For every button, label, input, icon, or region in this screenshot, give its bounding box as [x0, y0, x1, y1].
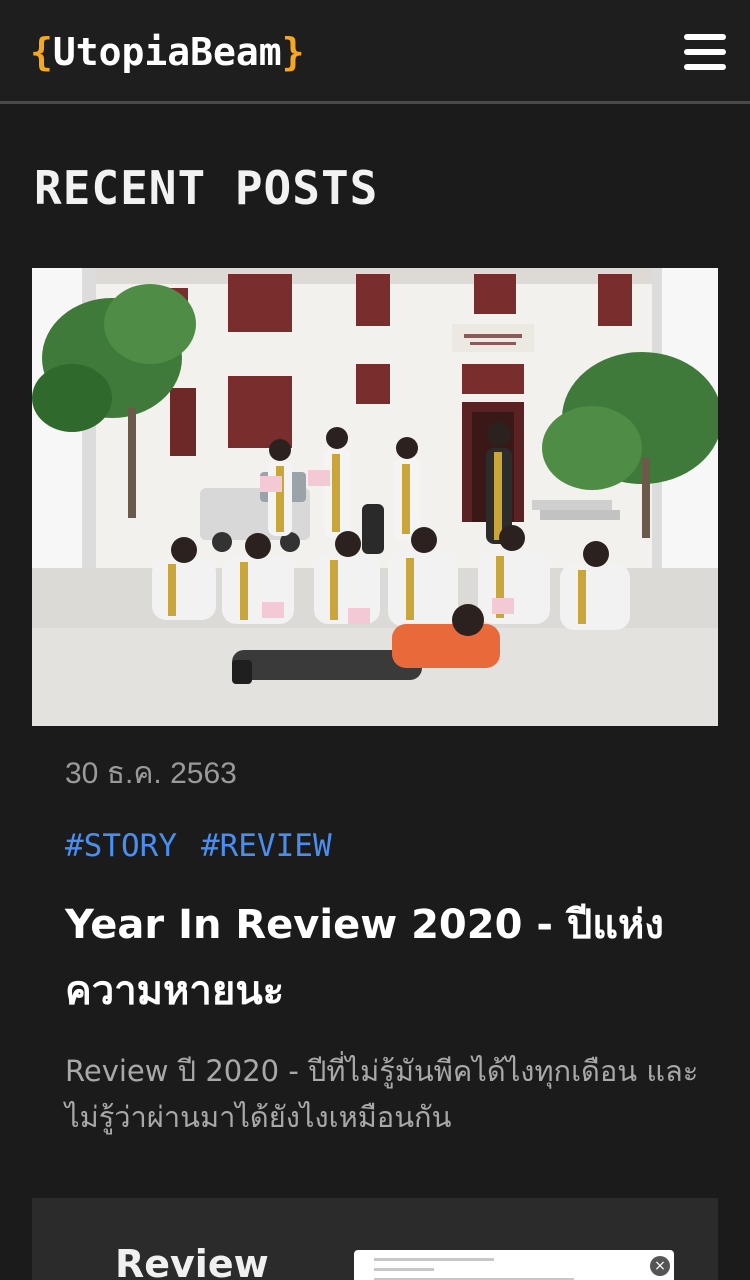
- post-date: 30 ธ.ค. 2563: [65, 757, 237, 790]
- menu-bar-middle: [684, 49, 726, 55]
- logo-brace-open: {: [30, 30, 53, 74]
- menu-bar-bottom: [684, 64, 726, 70]
- hamburger-menu-icon[interactable]: [684, 34, 726, 70]
- post-excerpt: Review ปี 2020 - ปีที่ไม่รู้มันพีคได้ไงท…: [65, 1054, 699, 1134]
- tag-review-link[interactable]: #REVIEW: [201, 824, 332, 868]
- logo-brace-close: }: [281, 30, 305, 74]
- next-post-thumbnail-screenshot: ×: [354, 1250, 674, 1280]
- screenshot-line: [374, 1268, 434, 1271]
- site-logo[interactable]: {UtopiaBeam}: [30, 28, 305, 76]
- graduation-photo-image: [32, 268, 718, 726]
- recent-posts-heading: RECENT POSTS: [34, 161, 379, 215]
- close-icon: ×: [650, 1256, 670, 1276]
- next-post-thumbnail-text: Review: [115, 1242, 269, 1280]
- post-tags: #STORY #REVIEW: [65, 824, 332, 868]
- logo-text: UtopiaBeam: [52, 30, 282, 74]
- top-navigation-bar: {UtopiaBeam}: [0, 0, 750, 104]
- tag-story-link[interactable]: #STORY: [65, 824, 177, 868]
- post-title-link[interactable]: Year In Review 2020 - ปีแห่งความหายนะ: [65, 892, 705, 1024]
- post-cover-image[interactable]: [32, 268, 718, 726]
- menu-bar-top: [684, 34, 726, 40]
- next-post-card[interactable]: Review ×: [32, 1198, 718, 1280]
- screenshot-line: [374, 1258, 494, 1261]
